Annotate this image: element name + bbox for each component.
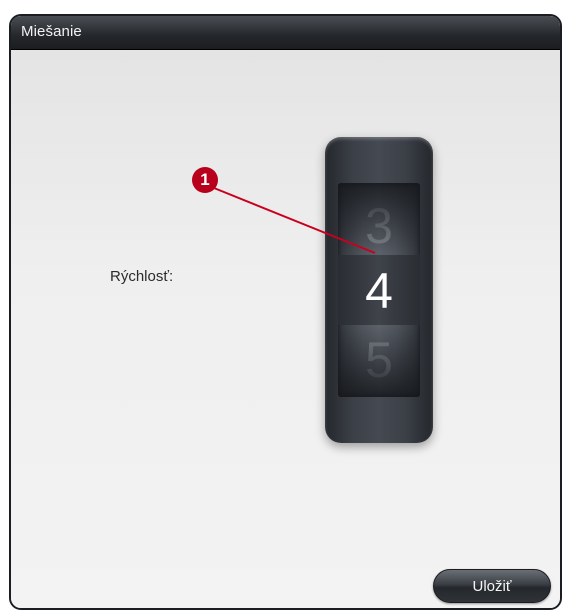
callout-badge: 1 xyxy=(192,167,218,193)
save-button[interactable]: Uložiť xyxy=(433,569,551,603)
mixing-dialog: Miešanie xyxy=(9,14,562,610)
speed-label: Rýchlosť: xyxy=(110,268,174,285)
speed-drum-selector[interactable]: 3 4 5 xyxy=(325,137,433,443)
speed-previous-value[interactable]: 3 xyxy=(338,201,420,251)
speed-drum-window[interactable]: 3 4 5 xyxy=(338,183,420,397)
dialog-content xyxy=(11,50,560,608)
dialog-title: Miešanie xyxy=(21,23,82,40)
speed-current-value: 4 xyxy=(365,263,393,319)
title-bar: Miešanie xyxy=(11,16,560,50)
speed-next-value[interactable]: 5 xyxy=(338,335,420,385)
